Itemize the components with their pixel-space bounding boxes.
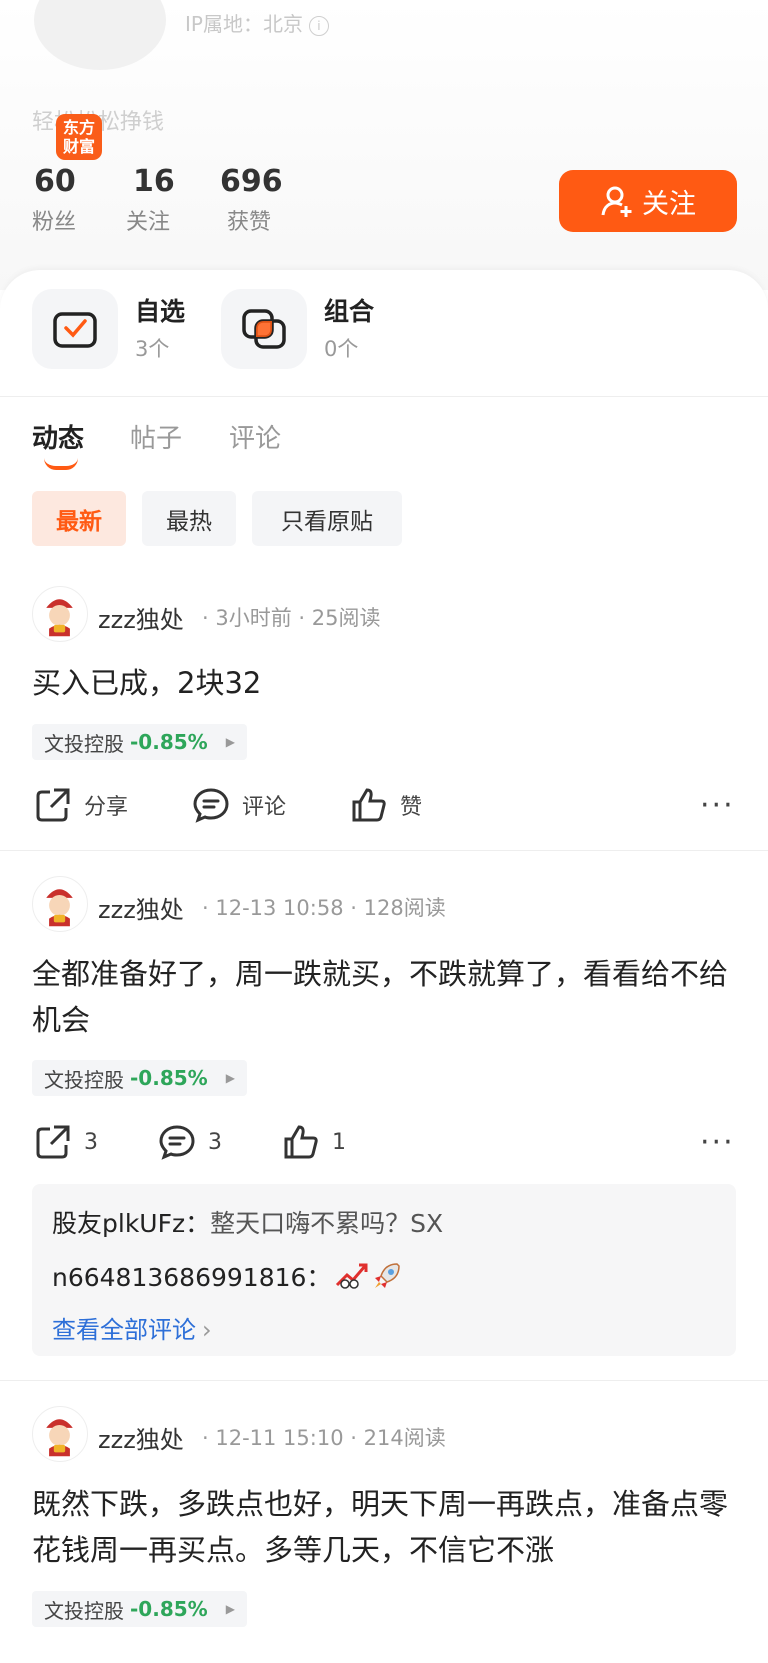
likes-count: 696 bbox=[220, 164, 283, 199]
stock-name: 文投控股 bbox=[44, 731, 124, 756]
caret-right-icon: ▶ bbox=[225, 1071, 235, 1085]
likes-label: 获赞 bbox=[227, 210, 272, 235]
rocket-emoji-icon bbox=[375, 1263, 401, 1288]
share-icon bbox=[36, 788, 70, 822]
post-divider bbox=[0, 1380, 768, 1381]
comment-icon bbox=[193, 788, 229, 823]
view-all-comments-link[interactable]: 查看全部评论 › bbox=[52, 1310, 212, 1345]
stock-name: 文投控股 bbox=[44, 1067, 124, 1092]
share-icon bbox=[36, 1125, 70, 1159]
post-author[interactable]: zzz独处 bbox=[98, 890, 184, 925]
add-user-icon bbox=[601, 186, 632, 217]
post-author[interactable]: zzz独处 bbox=[98, 1420, 184, 1455]
post-author[interactable]: zzz独处 bbox=[98, 600, 184, 635]
stock-change: -0.85% bbox=[130, 1066, 208, 1090]
portfolio-tile[interactable] bbox=[221, 289, 307, 369]
more-options-icon[interactable]: ··· bbox=[700, 788, 735, 823]
post-text[interactable]: 既然下跌，多跌点也好，明天下周一再跌点，准备点零花钱周一再买点。多等几天，不信它… bbox=[32, 1481, 742, 1573]
share-count: 3 bbox=[84, 1129, 98, 1155]
chevron-right-icon: › bbox=[202, 1316, 212, 1344]
post-reads: 25阅读 bbox=[311, 606, 381, 630]
post-reads: 214阅读 bbox=[363, 1426, 446, 1450]
like-button[interactable]: 赞 bbox=[350, 786, 422, 824]
filter-latest[interactable]: 最新 bbox=[32, 491, 126, 546]
fans-count[interactable]: 60 bbox=[34, 164, 76, 199]
portfolio-title[interactable]: 组合 bbox=[324, 292, 374, 328]
filter-original-only[interactable]: 只看原贴 bbox=[252, 491, 402, 546]
comment-label: 评论 bbox=[242, 795, 287, 820]
comment-text: 整天口嗨不累吗？SX bbox=[210, 1209, 444, 1238]
ip-location-text: IP属地：北京 bbox=[185, 12, 303, 36]
like-count: 1 bbox=[332, 1129, 346, 1155]
portfolio-icon bbox=[242, 309, 286, 349]
post-divider bbox=[0, 850, 768, 851]
tab-posts[interactable]: 帖子 bbox=[130, 418, 182, 455]
section-divider bbox=[0, 396, 768, 397]
following-count[interactable]: 16 bbox=[133, 164, 175, 199]
thumbs-up-icon bbox=[352, 788, 386, 822]
comment-item[interactable]: n664813686991816： bbox=[52, 1258, 403, 1294]
tab-dynamics[interactable]: 动态 bbox=[32, 418, 84, 455]
post-reads: 128阅读 bbox=[363, 896, 446, 920]
post-time: 12-13 10:58 bbox=[215, 896, 344, 920]
share-button[interactable]: 3 bbox=[34, 1123, 98, 1161]
avatar-icon bbox=[34, 1408, 85, 1459]
author-avatar[interactable] bbox=[32, 586, 88, 642]
filter-hot[interactable]: 最热 bbox=[142, 491, 236, 546]
watchlist-title[interactable]: 自选 bbox=[135, 292, 185, 328]
ip-location: IP属地：北京 i bbox=[185, 8, 329, 37]
comment-count: 3 bbox=[208, 1129, 222, 1155]
comment-button[interactable]: 评论 bbox=[192, 786, 286, 824]
avatar-icon bbox=[34, 878, 85, 929]
share-label: 分享 bbox=[84, 795, 129, 820]
share-button[interactable]: 分享 bbox=[34, 786, 128, 824]
comment-button[interactable]: 3 bbox=[158, 1123, 222, 1161]
following-label[interactable]: 关注 bbox=[126, 204, 170, 236]
stock-change: -0.85% bbox=[130, 1597, 208, 1621]
fans-label[interactable]: 粉丝 bbox=[32, 204, 76, 236]
post-meta: · 3小时前 · 25阅读 bbox=[202, 606, 381, 630]
like-button[interactable]: 1 bbox=[282, 1123, 346, 1161]
author-avatar[interactable] bbox=[32, 1406, 88, 1462]
like-label: 赞 bbox=[400, 795, 423, 820]
post-time: 12-11 15:10 bbox=[215, 1426, 344, 1450]
stock-name: 文投控股 bbox=[44, 1598, 124, 1623]
watchlist-tile[interactable] bbox=[32, 289, 118, 369]
rising-chart-emoji-icon bbox=[336, 1263, 368, 1289]
stock-tag[interactable]: 文投控股 -0.85% ▶ bbox=[32, 1591, 247, 1627]
tab-comments[interactable]: 评论 bbox=[229, 418, 281, 455]
comment-user[interactable]: n664813686991816： bbox=[52, 1258, 331, 1294]
post-meta: · 12-11 15:10 · 214阅读 bbox=[202, 1426, 446, 1450]
stock-change: -0.85% bbox=[130, 730, 208, 754]
portfolio-count: 0个 bbox=[324, 337, 359, 361]
post-text[interactable]: 全都准备好了，周一跌就买，不跌就算了，看看给不给机会 bbox=[32, 951, 742, 1043]
comment-item[interactable]: 股友plkUFz：整天口嗨不累吗？SX bbox=[52, 1204, 443, 1240]
stock-tag[interactable]: 文投控股 -0.85% ▶ bbox=[32, 1060, 247, 1096]
comment-icon bbox=[159, 1125, 195, 1160]
caret-right-icon: ▶ bbox=[225, 1602, 235, 1616]
follow-button-label: 关注 bbox=[642, 188, 696, 220]
watchlist-count: 3个 bbox=[135, 337, 170, 361]
watchlist-icon bbox=[53, 312, 97, 348]
more-options-icon[interactable]: ··· bbox=[700, 1125, 735, 1160]
comment-user[interactable]: 股友plkUFz： bbox=[52, 1209, 210, 1238]
info-icon[interactable]: i bbox=[308, 16, 329, 36]
post-time: 3小时前 bbox=[215, 606, 292, 630]
view-all-comments-label: 查看全部评论 bbox=[52, 1316, 196, 1344]
author-avatar[interactable] bbox=[32, 876, 88, 932]
follow-button[interactable]: 关注 bbox=[559, 170, 737, 232]
post-text[interactable]: 买入已成，2块32 bbox=[32, 660, 742, 706]
post-meta: · 12-13 10:58 · 128阅读 bbox=[202, 896, 446, 920]
thumbs-up-icon bbox=[284, 1125, 318, 1159]
avatar-icon bbox=[34, 588, 85, 639]
stock-tag[interactable]: 文投控股 -0.85% ▶ bbox=[32, 724, 247, 760]
caret-right-icon: ▶ bbox=[225, 735, 235, 749]
brand-logo: 东方 财富 bbox=[56, 114, 102, 160]
